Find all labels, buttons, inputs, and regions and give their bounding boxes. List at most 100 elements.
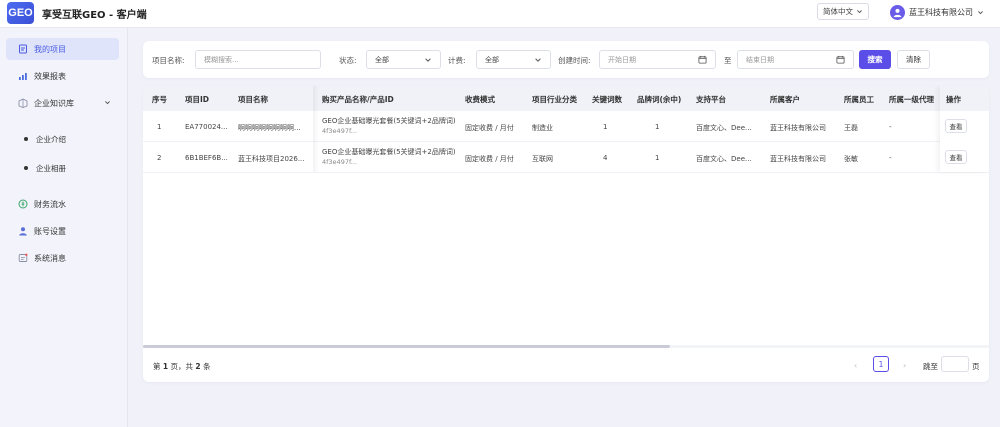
language-select[interactable]: 简体中文 xyxy=(817,3,869,20)
column-header-keywords: 关键词数 xyxy=(592,95,622,104)
app-header: GEO 享受互联GEO - 客户端 简体中文 蓝王科技有限公司 xyxy=(0,0,1000,28)
column-header-platforms: 支持平台 xyxy=(696,95,726,104)
summary-page: 1 xyxy=(162,362,169,371)
pagination-summary: 第 1 页，共 2 条 xyxy=(153,361,211,372)
start-date-placeholder: 开始日期 xyxy=(608,55,636,64)
cell-product-id: 4f3e497f... xyxy=(322,127,357,135)
cell-product-name: GEO企业基础曝光套餐(5关键词+2品牌词) xyxy=(322,117,456,125)
column-header-employee: 所属员工 xyxy=(844,95,874,104)
status-label: 状态: xyxy=(339,56,357,65)
cell-product-id: 4f3e497f... xyxy=(322,158,357,166)
sidebar-subitem-company-album[interactable]: 企业相册 xyxy=(24,161,66,175)
clear-button[interactable]: 清除 xyxy=(897,50,930,69)
view-button[interactable]: 查看 xyxy=(945,150,967,164)
goto-suffix: 页 xyxy=(972,362,980,371)
date-range-separator: 至 xyxy=(724,56,732,65)
cell-billing: 固定收费 / 月付 xyxy=(465,124,514,132)
sidebar: 我的项目 效果报表 企业知识库 企业介绍 企业相册 财务流水 账号设置 系统消息 xyxy=(0,28,128,427)
sidebar-item-messages[interactable]: 系统消息 xyxy=(6,247,119,269)
chevron-down-icon xyxy=(978,10,983,14)
cell-customer: 蓝王科技有限公司 xyxy=(770,155,826,163)
cell-platforms: 百度文心、Dee... xyxy=(696,124,752,132)
billing-label: 计费: xyxy=(448,56,466,65)
column-header-billing: 收费模式 xyxy=(465,95,495,104)
sidebar-item-my-projects[interactable]: 我的项目 xyxy=(6,38,119,60)
column-header-project-id: 项目ID xyxy=(185,95,210,104)
company-name: 蓝王科技有限公司 xyxy=(909,7,973,17)
sidebar-item-account[interactable]: 账号设置 xyxy=(6,220,119,242)
summary-prefix: 第 xyxy=(153,362,161,371)
sidebar-item-reports[interactable]: 效果报表 xyxy=(6,65,119,87)
column-header-brand-words: 品牌词(余中) xyxy=(637,95,682,104)
project-name-placeholder: 模糊搜索... xyxy=(204,55,239,64)
cell-employee: 张敏 xyxy=(844,155,858,163)
cell-agent: - xyxy=(889,154,892,162)
end-date-placeholder: 结束日期 xyxy=(746,55,774,64)
calendar-icon xyxy=(836,55,845,64)
project-icon xyxy=(18,44,28,54)
cell-project-name: 啊啊啊啊啊啊啊啊... xyxy=(238,124,301,132)
status-select[interactable]: 全部 xyxy=(366,50,441,69)
logo-text: GEO xyxy=(8,7,33,19)
horizontal-scrollbar[interactable] xyxy=(143,345,670,348)
sidebar-item-label: 企业知识库 xyxy=(34,98,74,108)
chevron-left-icon[interactable]: ‹ xyxy=(854,361,857,370)
page-button-current[interactable]: 1 xyxy=(873,356,889,372)
finance-icon xyxy=(18,199,28,209)
column-header-agent: 所属一级代理 xyxy=(889,95,934,104)
user-icon xyxy=(18,226,28,236)
column-header-industry: 项目行业分类 xyxy=(532,95,577,104)
cell-index: 1 xyxy=(157,123,162,131)
cell-brand-words: 1 xyxy=(655,123,660,131)
created-time-label: 创建时间: xyxy=(558,56,591,65)
bullet-icon xyxy=(24,137,28,141)
bullet-icon xyxy=(24,166,28,170)
cell-keywords: 4 xyxy=(603,154,608,162)
column-header-product: 购买产品名称/产品ID xyxy=(322,95,394,104)
cell-billing: 固定收费 / 月付 xyxy=(465,155,514,163)
knowledge-icon xyxy=(18,98,28,108)
end-date-input[interactable]: 结束日期 xyxy=(737,50,854,69)
view-button[interactable]: 查看 xyxy=(945,119,967,133)
user-avatar-icon xyxy=(893,8,902,17)
chevron-down-icon xyxy=(425,57,431,62)
table-row: 2 6B1BEF6B... 蓝王科技项目2026... GEO企业基础曝光套餐(… xyxy=(143,142,989,173)
sidebar-subitem-label: 企业介绍 xyxy=(36,134,66,144)
start-date-input[interactable]: 开始日期 xyxy=(599,50,716,69)
sidebar-item-label: 财务流水 xyxy=(34,199,66,209)
app-logo: GEO xyxy=(7,2,34,24)
summary-total: 2 xyxy=(195,362,201,371)
status-value: 全部 xyxy=(375,55,389,64)
chevron-right-icon[interactable]: › xyxy=(903,361,906,370)
project-name-input[interactable]: 模糊搜索... xyxy=(195,50,321,69)
cell-index: 2 xyxy=(157,154,162,162)
summary-suffix: 条 xyxy=(203,362,211,371)
cell-keywords: 1 xyxy=(603,123,608,131)
chart-icon xyxy=(18,71,28,81)
sidebar-item-label: 账号设置 xyxy=(34,226,66,236)
billing-value: 全部 xyxy=(485,55,499,64)
sidebar-item-label: 效果报表 xyxy=(34,71,66,81)
goto-label: 跳至 xyxy=(923,362,938,371)
fixed-action-column: 操作 查看 查看 xyxy=(940,86,989,172)
search-button[interactable]: 搜索 xyxy=(859,50,891,69)
sidebar-item-knowledge-base[interactable]: 企业知识库 xyxy=(6,92,119,114)
chevron-down-icon xyxy=(535,57,541,62)
goto-page-input[interactable] xyxy=(941,356,969,372)
cell-employee: 王磊 xyxy=(844,124,858,132)
sidebar-subitem-company-intro[interactable]: 企业介绍 xyxy=(24,132,66,146)
cell-industry: 制造业 xyxy=(532,124,553,132)
cell-customer: 蓝王科技有限公司 xyxy=(770,124,826,132)
chevron-down-icon xyxy=(857,10,862,14)
cell-project-id: 6B1BEF6B... xyxy=(185,154,228,162)
sidebar-subitem-label: 企业相册 xyxy=(36,163,66,173)
billing-select[interactable]: 全部 xyxy=(476,50,551,69)
table-row: 1 EA770024... 啊啊啊啊啊啊啊啊... GEO企业基础曝光套餐(5关… xyxy=(143,111,989,142)
user-menu[interactable]: 蓝王科技有限公司 xyxy=(890,3,984,21)
sidebar-item-label: 我的项目 xyxy=(34,44,66,54)
cell-platforms: 百度文心、Dee... xyxy=(696,155,752,163)
chevron-down-icon xyxy=(105,101,110,105)
calendar-icon xyxy=(698,55,707,64)
summary-mid: 页，共 xyxy=(170,362,194,371)
sidebar-item-finance[interactable]: 财务流水 xyxy=(6,193,119,215)
